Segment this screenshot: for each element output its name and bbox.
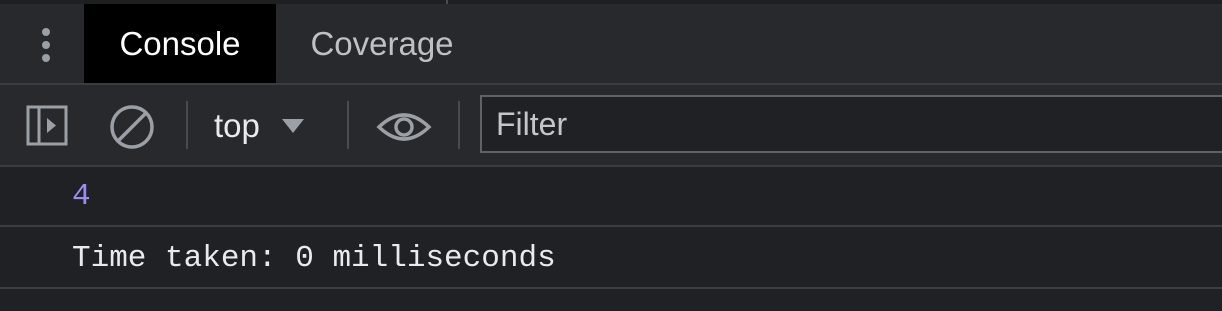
console-message-number: 4 (0, 167, 1222, 227)
dropdown-triangle-icon (281, 119, 304, 133)
message-text: Time taken: 0 milliseconds (72, 240, 556, 276)
tab-coverage-label: Coverage (310, 24, 454, 62)
live-expression-eye-icon[interactable] (376, 109, 432, 145)
tab-coverage[interactable]: Coverage (276, 4, 488, 83)
console-prompt-row[interactable] (0, 291, 1222, 311)
console-message-log: Time taken: 0 milliseconds (0, 229, 1222, 289)
vertical-ellipsis-icon[interactable] (36, 26, 56, 64)
console-messages: 4 Time taken: 0 milliseconds (0, 167, 1222, 300)
console-toolbar: top (0, 85, 1222, 167)
toolbar-divider (347, 101, 349, 149)
devtools-tab-bar: Console Coverage (0, 4, 1222, 85)
filter-input[interactable] (482, 97, 1222, 151)
tab-console[interactable]: Console (84, 4, 276, 83)
show-sidebar-icon[interactable] (26, 105, 70, 147)
clear-console-icon[interactable] (108, 103, 156, 151)
message-text: 4 (72, 178, 91, 214)
toolbar-divider (186, 101, 188, 149)
filter-box (480, 95, 1222, 153)
context-selector-label: top (214, 107, 260, 144)
tab-console-label: Console (119, 24, 241, 62)
context-selector[interactable]: top (214, 103, 304, 149)
toolbar-divider (458, 101, 460, 149)
